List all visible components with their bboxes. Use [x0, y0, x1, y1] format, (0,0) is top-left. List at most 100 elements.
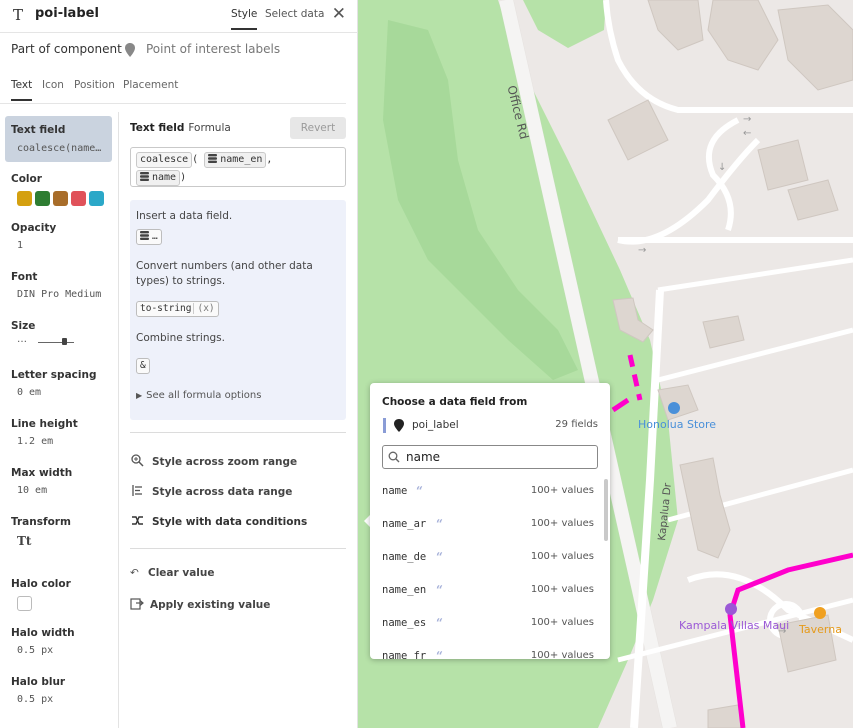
revert-button[interactable]: Revert — [290, 117, 346, 139]
property-halo-blur[interactable]: Halo blur 0.5 px — [11, 676, 65, 705]
clear-value-button[interactable]: ↶ Clear value — [130, 567, 214, 579]
color-swatch[interactable] — [35, 191, 50, 206]
field-row[interactable]: name “ 100+ values — [382, 482, 594, 502]
field-values: 100+ values — [530, 485, 594, 496]
option-label: Style across data range — [152, 486, 293, 498]
component-link[interactable]: Point of interest labels — [146, 42, 280, 56]
see-all-formula-options[interactable]: ▶ See all formula options — [136, 390, 340, 401]
string-type-icon: “ — [416, 484, 423, 498]
oneway-arrow: → — [638, 245, 646, 256]
field-token-label: name_en — [220, 154, 263, 165]
building — [787, 179, 839, 221]
subtab-icon[interactable]: Icon — [42, 79, 64, 91]
field-row[interactable]: name_de “ 100+ values — [382, 548, 594, 568]
property-label: Line height — [11, 418, 78, 430]
panel-header: T poi-label Style Select data ✕ — [0, 0, 358, 32]
map-pin-icon — [125, 43, 135, 57]
field-row[interactable]: name_ar “ 100+ values — [382, 515, 594, 535]
style-across-zoom-button[interactable]: Style across zoom range — [131, 454, 297, 468]
chip-label: … — [152, 231, 158, 242]
field-values: 100+ values — [530, 584, 594, 595]
conditions-icon — [132, 516, 143, 525]
formula-function[interactable]: coalesce — [136, 152, 193, 168]
color-swatch[interactable] — [53, 191, 68, 206]
field-row[interactable]: name_fr “ 100+ values — [382, 647, 594, 659]
style-with-conditions-button[interactable]: Style with data conditions — [131, 514, 307, 528]
text-transform-icon: Tt — [17, 534, 32, 548]
building — [707, 0, 779, 71]
oneway-arrow: ↓ — [718, 162, 726, 173]
slider-track — [38, 342, 74, 343]
field-search-input[interactable] — [382, 445, 598, 469]
subtab-text[interactable]: Text — [11, 79, 33, 101]
restaurant-poi-icon — [814, 607, 826, 619]
property-size[interactable]: Size … — [11, 320, 79, 347]
color-swatch[interactable] — [17, 191, 32, 206]
property-halo-width[interactable]: Halo width 0.5 px — [11, 627, 75, 656]
store-poi-icon — [668, 402, 680, 414]
string-type-icon: “ — [436, 583, 443, 597]
insert-field-chip[interactable]: … — [136, 229, 162, 245]
property-list: Text field coalesce(name… Color Opacity … — [0, 112, 119, 728]
size-zoom-slider[interactable]: … — [17, 334, 79, 347]
oneway-arrow: ← — [743, 128, 751, 139]
tab-select-data[interactable]: Select data — [265, 8, 324, 20]
caret-right-icon: ▶ — [136, 391, 143, 400]
field-row[interactable]: name_en “ 100+ values — [382, 581, 594, 601]
street — [657, 257, 853, 293]
text-layer-icon: T — [13, 6, 24, 24]
field-row[interactable]: name_es “ 100+ values — [382, 614, 594, 634]
property-label: Max width — [11, 467, 73, 479]
formula-field-token[interactable]: name — [136, 170, 181, 186]
property-line-height[interactable]: Line height 1.2 em — [11, 418, 78, 447]
property-letter-spacing[interactable]: Letter spacing 0 em — [11, 369, 96, 398]
undo-icon: ↶ — [130, 567, 139, 579]
zoom-range-icon — [131, 454, 144, 467]
style-across-data-button[interactable]: Style across data range — [131, 484, 292, 498]
concat-chip[interactable]: & — [136, 358, 150, 374]
hint-combine-text: Combine strings. — [136, 332, 225, 344]
slider-handle[interactable] — [62, 338, 67, 345]
poi-label[interactable]: Honolua Store — [638, 418, 716, 431]
subtab-placement[interactable]: Placement — [123, 79, 178, 91]
apply-existing-value-button[interactable]: Apply existing value — [130, 597, 270, 611]
property-label: Text field — [11, 124, 66, 136]
halo-color-swatch[interactable] — [17, 596, 32, 611]
color-swatch[interactable] — [71, 191, 86, 206]
property-label: Size — [11, 320, 36, 332]
style-panel: T poi-label Style Select data ✕ Part of … — [0, 0, 358, 728]
property-halo-color[interactable]: Halo color — [11, 578, 71, 611]
field-name: name_en — [382, 584, 427, 596]
subtab-position[interactable]: Position — [74, 79, 115, 91]
property-value: … — [17, 334, 27, 345]
property-font[interactable]: Font DIN Pro Medium — [11, 271, 101, 300]
list-scrollbar[interactable] — [604, 479, 608, 541]
property-transform[interactable]: Transform Tt — [11, 516, 71, 548]
to-string-chip[interactable]: to-string (x) — [136, 301, 219, 317]
more-label: See all formula options — [146, 390, 262, 401]
field-name: name_fr — [382, 650, 427, 659]
property-opacity[interactable]: Opacity 1 — [11, 222, 56, 251]
property-label: Opacity — [11, 222, 57, 234]
property-color[interactable]: Color — [11, 173, 104, 206]
property-max-width[interactable]: Max width 10 em — [11, 467, 72, 496]
color-swatch[interactable] — [89, 191, 104, 206]
poi-label[interactable]: Kampala Villas Maui — [679, 619, 789, 632]
chip-arg: (x) — [193, 303, 215, 314]
close-icon[interactable]: ✕ — [332, 4, 346, 24]
option-label: Style across zoom range — [152, 456, 298, 468]
editor-heading: Text field Formula — [130, 122, 231, 134]
property-value: 0 em — [17, 387, 42, 398]
field-name: name — [382, 485, 408, 497]
divider — [0, 103, 346, 104]
editor-title: Text field — [130, 122, 185, 134]
property-text-field[interactable]: Text field coalesce(name… — [11, 124, 101, 154]
formula-editor[interactable]: coalesce( name_en, name) — [130, 147, 346, 187]
building — [702, 315, 745, 349]
field-values: 100+ values — [530, 551, 594, 562]
formula-field-token[interactable]: name_en — [204, 152, 267, 168]
property-label: Halo width — [11, 627, 75, 639]
tab-style[interactable]: Style — [231, 8, 258, 30]
property-label: Halo color — [11, 578, 71, 590]
poi-label[interactable]: Taverna — [799, 623, 842, 636]
